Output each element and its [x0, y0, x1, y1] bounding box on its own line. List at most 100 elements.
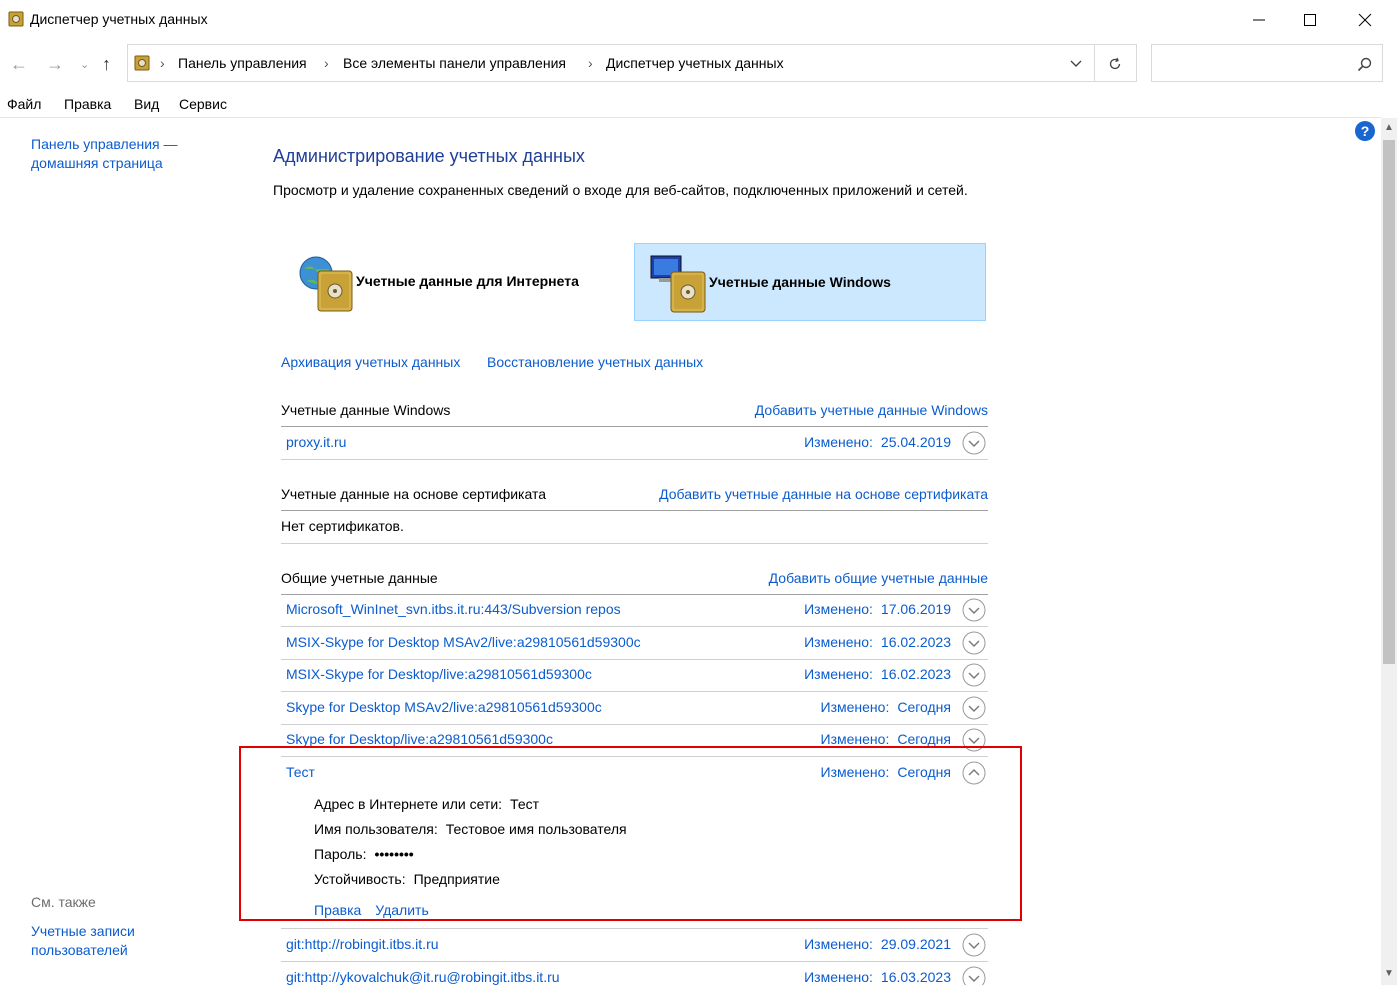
credential-row[interactable]: git:http://robingit.itbs.it.ru Изменено:…: [281, 929, 988, 961]
minimize-icon: [1253, 19, 1265, 21]
tile-windows-credentials[interactable]: Учетные данные Windows: [634, 243, 986, 321]
user-accounts-link[interactable]: Учетные записи пользователей: [31, 922, 181, 960]
refresh-icon: [1109, 57, 1121, 70]
tile-windows-credentials-label: Учетные данные Windows: [709, 274, 891, 290]
credential-row[interactable]: Microsoft_WinInet_svn.itbs.it.ru:443/Sub…: [281, 594, 988, 626]
backup-credentials-link[interactable]: Архивация учетных данных: [281, 354, 460, 370]
certificate-credentials-title: Учетные данные на основе сертификата: [281, 486, 547, 502]
expand-chevron-icon[interactable]: [962, 933, 986, 957]
generic-credentials-title: Общие учетные данные: [281, 570, 438, 586]
add-windows-credential-link[interactable]: Добавить учетные данные Windows: [755, 402, 988, 418]
expand-chevron-icon[interactable]: [962, 598, 986, 622]
web-credentials-icon: [299, 256, 353, 312]
page-title: Администрирование учетных данных: [273, 146, 585, 166]
modified-label: Изменено:: [804, 666, 873, 682]
menu-file[interactable]: Файл: [7, 96, 41, 112]
menu-bar: Файл Правка Вид Сервис: [0, 94, 1397, 116]
maximize-button[interactable]: [1287, 0, 1333, 40]
menu-view[interactable]: Вид: [134, 96, 159, 112]
modified-label: Изменено:: [804, 601, 873, 617]
expand-chevron-icon[interactable]: [962, 696, 986, 720]
modified-date: 16.02.2023: [880, 634, 951, 650]
add-certificate-credential-link[interactable]: Добавить учетные данные на основе сертиф…: [659, 486, 988, 502]
see-also-label: См. также: [31, 894, 96, 910]
menu-service[interactable]: Сервис: [179, 96, 227, 112]
windows-credentials-title: Учетные данные Windows: [281, 402, 451, 418]
credential-row[interactable]: git:http://ykovalchuk@it.ru@robingit.itb…: [281, 962, 988, 985]
back-arrow-icon[interactable]: ←: [10, 54, 28, 75]
credential-manager-icon: [8, 11, 24, 27]
close-button[interactable]: [1342, 0, 1388, 40]
modified-date: 16.03.2023: [880, 969, 951, 985]
credential-name[interactable]: Skype for Desktop/live:a29810561d59300c: [286, 731, 553, 747]
modified-date: Сегодня: [897, 731, 951, 747]
credential-name[interactable]: Microsoft_WinInet_svn.itbs.it.ru:443/Sub…: [286, 601, 621, 617]
row-divider: [281, 459, 988, 460]
expand-chevron-icon[interactable]: [962, 663, 986, 687]
modified-label: Изменено:: [804, 634, 873, 650]
restore-credentials-link[interactable]: Восстановление учетных данных: [487, 354, 703, 370]
breadcrumb-control-panel[interactable]: Панель управления: [178, 55, 307, 71]
credential-row[interactable]: proxy.it.ru Изменено: 25.04.2019: [281, 427, 988, 459]
modified-label: Изменено:: [820, 731, 890, 747]
search-icon[interactable]: [1357, 57, 1372, 72]
credential-name[interactable]: MSIX-Skype for Desktop/live:a29810561d59…: [286, 666, 592, 682]
maximize-icon: [1304, 14, 1316, 26]
scrollbar-thumb[interactable]: [1383, 140, 1395, 664]
section-divider: [281, 510, 988, 511]
chevron-right-icon: ›: [324, 55, 329, 71]
credential-row[interactable]: Skype for Desktop MSAv2/live:a29810561d5…: [281, 692, 988, 724]
title-bar: Диспетчер учетных данных: [0, 0, 1397, 40]
tile-web-credentials-label: Учетные данные для Интернета: [356, 273, 579, 289]
address-bar[interactable]: › Панель управления › Все элементы панел…: [127, 44, 1095, 82]
expand-chevron-icon[interactable]: [962, 631, 986, 655]
highlight-box: [239, 746, 1022, 921]
credential-row[interactable]: MSIX-Skype for Desktop MSAv2/live:a29810…: [281, 627, 988, 659]
modified-label: Изменено:: [804, 434, 873, 450]
modified-label: Изменено:: [804, 936, 873, 952]
search-box[interactable]: [1151, 44, 1383, 82]
windows-credentials-icon: [650, 255, 706, 313]
chevron-down-icon[interactable]: [1070, 59, 1082, 69]
modified-label: Изменено:: [820, 699, 890, 715]
chevron-right-icon: ›: [160, 55, 165, 71]
add-generic-credential-link[interactable]: Добавить общие учетные данные: [769, 570, 988, 586]
toolbar-divider: [0, 117, 1381, 118]
expand-chevron-icon[interactable]: [962, 966, 986, 985]
vertical-scrollbar[interactable]: ▲ ▼: [1381, 118, 1397, 985]
credential-name[interactable]: proxy.it.ru: [286, 434, 346, 450]
refresh-button[interactable]: [1095, 44, 1137, 82]
scroll-up-icon[interactable]: ▲: [1384, 122, 1394, 133]
up-arrow-icon[interactable]: ↑: [102, 54, 111, 75]
breadcrumb-all-items[interactable]: Все элементы панели управления: [343, 55, 566, 71]
credential-name[interactable]: git:http://robingit.itbs.it.ru: [286, 936, 439, 952]
minimize-button[interactable]: [1236, 0, 1282, 40]
credential-name[interactable]: Skype for Desktop MSAv2/live:a29810561d5…: [286, 699, 602, 715]
recent-dropdown-icon[interactable]: ⌄: [80, 58, 89, 71]
close-icon: [1358, 13, 1372, 27]
row-divider: [281, 543, 988, 544]
chevron-right-icon: ›: [588, 55, 593, 71]
credential-name[interactable]: MSIX-Skype for Desktop MSAv2/live:a29810…: [286, 634, 641, 650]
modified-date: 29.09.2021: [880, 936, 951, 952]
forward-arrow-icon[interactable]: →: [46, 54, 64, 75]
help-icon[interactable]: ?: [1355, 121, 1375, 141]
breadcrumb-credential-manager[interactable]: Диспетчер учетных данных: [606, 55, 784, 71]
credential-row[interactable]: MSIX-Skype for Desktop/live:a29810561d59…: [281, 659, 988, 691]
window-title: Диспетчер учетных данных: [30, 11, 208, 27]
expand-chevron-icon[interactable]: [962, 431, 986, 455]
modified-date: Сегодня: [897, 699, 951, 715]
no-certificates-text: Нет сертификатов.: [281, 518, 404, 534]
page-description: Просмотр и удаление сохраненных сведений…: [273, 182, 968, 198]
search-input[interactable]: [1158, 53, 1352, 71]
control-panel-icon: [134, 55, 150, 71]
modified-date: 25.04.2019: [880, 434, 951, 450]
credential-name[interactable]: git:http://ykovalchuk@it.ru@robingit.itb…: [286, 969, 560, 985]
modified-date: 16.02.2023: [880, 666, 951, 682]
scroll-down-icon[interactable]: ▼: [1384, 968, 1394, 979]
control-panel-home-link[interactable]: Панель управления — домашняя страница: [31, 135, 221, 173]
tile-web-credentials[interactable]: Учетные данные для Интернета: [282, 243, 634, 321]
modified-date: 17.06.2019: [880, 601, 951, 617]
modified-label: Изменено:: [804, 969, 873, 985]
menu-edit[interactable]: Правка: [64, 96, 111, 112]
